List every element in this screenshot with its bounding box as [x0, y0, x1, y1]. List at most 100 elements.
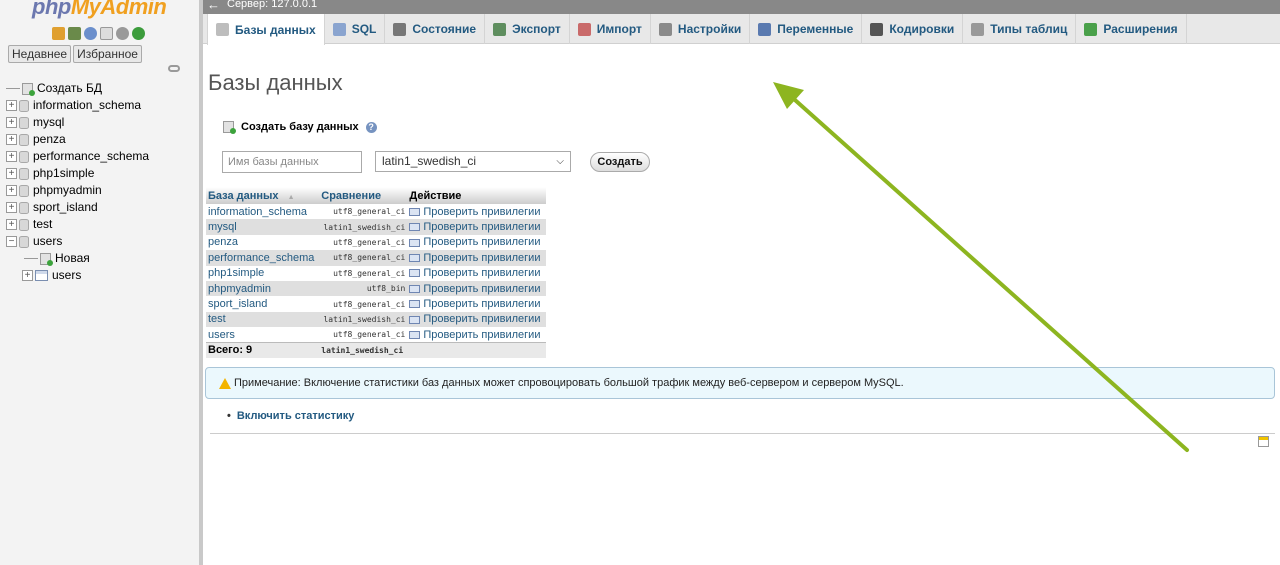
tab-plugins[interactable]: Расширения: [1076, 14, 1187, 44]
recent-button[interactable]: Недавнее: [8, 45, 72, 63]
table-row: sport_island utf8_general_ci Проверить при…: [206, 296, 546, 312]
server-breadcrumb[interactable]: Сервер: 127.0.0.1: [227, 0, 317, 10]
tab-charsets[interactable]: Кодировки: [862, 14, 964, 44]
tree-db-label[interactable]: performance_schema: [33, 149, 149, 163]
header-database[interactable]: База данных ▲: [206, 187, 320, 204]
tree-db-label[interactable]: test: [33, 217, 52, 231]
privileges-icon: [409, 315, 421, 324]
tree-db-label[interactable]: penza: [33, 132, 66, 146]
tree-item-db[interactable]: + sport_island: [6, 199, 149, 216]
tree-item-table[interactable]: + users: [6, 267, 149, 284]
tree-item-db[interactable]: + penza: [6, 131, 149, 148]
help-icon[interactable]: ?: [365, 121, 377, 133]
tree-db-label[interactable]: users: [33, 234, 62, 248]
create-db-link[interactable]: Создать БД: [37, 81, 102, 95]
tree-item-new-table[interactable]: Новая: [6, 250, 149, 267]
collapse-icon[interactable]: −: [6, 236, 17, 248]
settings-gear-icon[interactable]: [116, 27, 129, 40]
tab-sql[interactable]: SQL: [325, 14, 386, 44]
header-collation[interactable]: Сравнение: [319, 187, 408, 204]
check-privileges-label: Проверить привилегии: [423, 282, 541, 295]
docs-icon[interactable]: [100, 27, 113, 40]
db-name-input[interactable]: Имя базы данных: [222, 151, 362, 173]
tab-variables[interactable]: Переменные: [750, 14, 863, 44]
expand-icon[interactable]: +: [6, 134, 17, 146]
tree-item-db[interactable]: + test: [6, 216, 149, 233]
phpmyadmin-logo[interactable]: phpMyAdmin: [32, 0, 167, 20]
expand-icon[interactable]: +: [6, 100, 17, 112]
tree-db-label[interactable]: php1simple: [33, 166, 94, 180]
tree-db-label[interactable]: sport_island: [33, 200, 98, 214]
link-chain-icon[interactable]: [168, 65, 180, 72]
tree-item-db[interactable]: + mysql: [6, 114, 149, 131]
favorites-button[interactable]: Избранное: [73, 45, 142, 63]
tab-export[interactable]: Экспорт: [485, 14, 570, 44]
db-name-link[interactable]: penza: [206, 234, 320, 251]
check-privileges-link[interactable]: Проверить привилегии: [407, 327, 546, 343]
sql-icon: [332, 22, 346, 36]
tree-item-create-db[interactable]: Создать БД: [6, 80, 149, 97]
tab-import[interactable]: Импорт: [570, 14, 651, 44]
create-db-button[interactable]: Создать: [590, 152, 650, 172]
nav-icon-bar: [52, 27, 145, 40]
db-name-link[interactable]: test: [206, 311, 320, 328]
db-collation: utf8_general_ci: [319, 265, 408, 281]
divider: [210, 433, 1275, 434]
check-privileges-link[interactable]: Проверить привилегии: [407, 250, 546, 266]
check-privileges-link[interactable]: Проверить привилегии: [407, 204, 546, 220]
enable-statistics-link[interactable]: Включить статистику: [227, 410, 355, 422]
tree-db-label[interactable]: mysql: [33, 115, 64, 129]
table-total-row: Всего: 9 latin1_swedish_ci: [206, 342, 546, 358]
check-privileges-link[interactable]: Проверить привилегии: [407, 296, 546, 312]
reload-icon[interactable]: [132, 27, 145, 40]
db-name-link[interactable]: phpmyadmin: [206, 280, 320, 297]
tab-settings[interactable]: Настройки: [651, 14, 751, 44]
tab-label: Базы данных: [235, 22, 316, 37]
expand-icon[interactable]: +: [6, 219, 17, 231]
new-table-link[interactable]: Новая: [55, 251, 90, 265]
home-icon[interactable]: [52, 27, 65, 40]
tab-databases[interactable]: Базы данных: [207, 14, 325, 45]
check-privileges-link[interactable]: Проверить привилегии: [407, 234, 546, 251]
tree-item-db[interactable]: + information_schema: [6, 97, 149, 114]
tree-table-label[interactable]: users: [52, 268, 81, 282]
back-arrow-icon[interactable]: ←: [207, 0, 220, 12]
tree-db-label[interactable]: information_schema: [33, 98, 141, 112]
tree-db-label[interactable]: phpmyadmin: [33, 183, 102, 197]
tab-label: Переменные: [777, 22, 854, 36]
expand-icon[interactable]: +: [6, 202, 17, 214]
tab-status[interactable]: Состояние: [385, 14, 486, 44]
db-name-link[interactable]: mysql: [206, 219, 320, 235]
warning-icon: [219, 377, 231, 389]
expand-icon[interactable]: +: [6, 117, 17, 129]
page-settings-icon[interactable]: [1258, 436, 1269, 447]
check-privileges-link[interactable]: Проверить привилегии: [407, 311, 546, 328]
db-name-link[interactable]: information_schema: [206, 204, 320, 220]
expand-icon[interactable]: +: [6, 151, 17, 163]
db-name-link[interactable]: performance_schema: [206, 250, 320, 266]
tab-label: Экспорт: [512, 22, 561, 36]
tree-item-db[interactable]: + phpmyadmin: [6, 182, 149, 199]
db-name-link[interactable]: php1simple: [206, 265, 320, 281]
tree-item-db[interactable]: + php1simple: [6, 165, 149, 182]
db-name-link[interactable]: sport_island: [206, 296, 320, 312]
table-row: information_schema utf8_general_ci Провери…: [206, 204, 546, 220]
expand-icon[interactable]: +: [6, 185, 17, 197]
logout-icon[interactable]: [68, 27, 81, 40]
db-collation: utf8_general_ci: [319, 250, 408, 266]
expand-icon[interactable]: +: [22, 270, 33, 282]
tree-item-db[interactable]: + performance_schema: [6, 148, 149, 165]
db-name-link[interactable]: users: [206, 327, 320, 343]
check-privileges-link[interactable]: Проверить привилегии: [407, 265, 546, 281]
check-privileges-link[interactable]: Проверить привилегии: [407, 219, 546, 235]
check-privileges-link[interactable]: Проверить привилегии: [407, 280, 546, 297]
table-row: performance_schema utf8_general_ci Провери…: [206, 250, 546, 266]
privileges-icon: [409, 330, 421, 339]
tab-engines[interactable]: Типы таблиц: [963, 14, 1077, 44]
help-icon[interactable]: [84, 27, 97, 40]
tree-item-db-expanded[interactable]: − users: [6, 233, 149, 250]
notice-text: Примечание: Включение статистики баз дан…: [234, 377, 904, 389]
collation-select[interactable]: latin1_swedish_ci ⌵: [375, 151, 571, 172]
check-privileges-label: Проверить привилегии: [423, 313, 541, 326]
expand-icon[interactable]: +: [6, 168, 17, 180]
